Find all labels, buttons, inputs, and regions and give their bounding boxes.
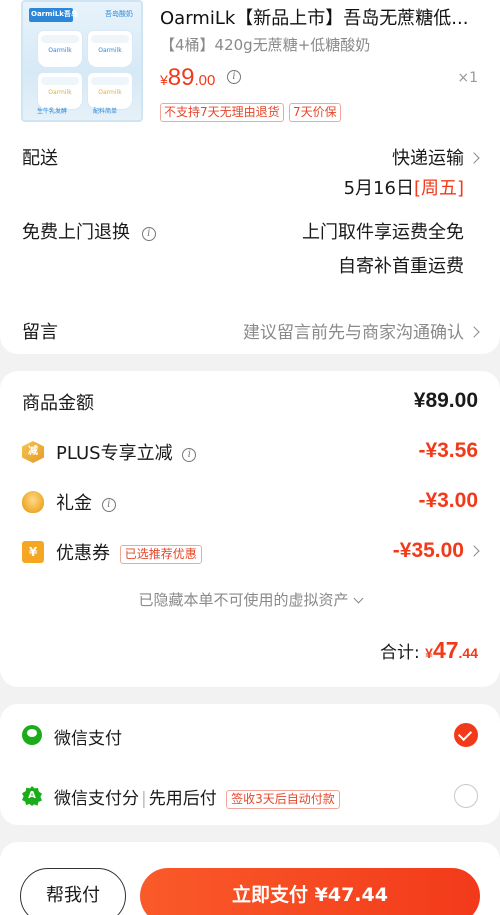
plus-discount-label: PLUS专享立减 i [56,439,197,465]
delivery-weekday: [周五] [413,178,464,199]
price-decimal: .00 [194,72,216,89]
yogurt-cup: Oarmilk [87,30,133,68]
gift-money-label: 礼金 i [56,489,116,515]
return-self-send-text: 自寄补首重运费 [338,256,464,277]
wechat-score-label-text: 微信支付分 [54,789,139,809]
price-currency: ¥ [160,72,168,88]
price-protect-badge: 7天价保 [289,103,341,122]
coupon-label-text: 优惠券 [56,543,110,564]
free-return-info-icon[interactable]: i [141,227,156,241]
price-integer: 89 [167,64,195,91]
product-image-caption-left: 生牛乳发酵 [37,108,68,115]
hidden-assets-text: 已隐藏本单不可使用的虚拟资产 [138,591,349,609]
delivery-date: 5月16日[周五] [344,174,464,200]
gift-money-amount: -¥3.00 [418,489,478,512]
wechat-pay-icon [22,725,42,745]
auto-pay-badge: 签收3天后自动付款 [226,789,340,809]
return-pickup-text: 上门取件享运费全免 [302,222,464,243]
message-label: 留言 [22,322,58,343]
yogurt-cup: Oarmilk [37,30,83,68]
delivery-label: 配送 [22,148,58,169]
pay-now-button[interactable]: 立即支付 ¥47.44 [140,868,480,915]
total-currency: ¥ [425,645,433,661]
delivery-date-text: 5月16日 [343,178,414,199]
wechat-score-separator: | [141,789,147,809]
wechat-score-label: 微信支付分 | 先用后付 签收3天后自动付款 [54,784,340,809]
plus-discount-amount: -¥3.56 [418,439,478,462]
chevron-right-icon [468,152,480,164]
total-integer: 47 [432,637,459,663]
help-me-pay-button[interactable]: 帮我付 [20,868,126,915]
chevron-down-icon [353,593,363,604]
order-total: 合计: ¥47.44 [380,637,478,664]
hidden-assets-toggle[interactable]: 已隐藏本单不可使用的虚拟资产 [0,589,500,610]
gift-money-label-text: 礼金 [56,493,92,514]
message-input[interactable]: 建议留言前先与商家沟通确认 [243,318,480,343]
plus-info-icon[interactable]: i [182,448,197,462]
message-placeholder: 建议留言前先与商家沟通确认 [243,323,464,343]
unselected-radio[interactable] [454,784,478,808]
free-return-label-text: 免费上门退换 [22,222,130,243]
product-image-tag: 吾岛酸奶 [105,10,133,18]
yogurt-cup: Oarmilk [87,72,133,110]
delivery-method-text: 快递运输 [392,148,464,169]
coupon-selector[interactable]: -¥35.00 [392,539,480,563]
product-price: ¥89.00 [160,64,215,92]
wechat-score-icon: A [22,786,42,806]
product-image-caption-right: 配料简单 [93,108,118,115]
gift-info-icon[interactable]: i [101,498,116,512]
chevron-right-icon [468,545,480,557]
product-spec: 【4桶】420g无蔗糖+低糖酸奶 [160,36,371,54]
product-image-brand: OarmiLk吾岛 [31,10,78,18]
delivery-method[interactable]: 快递运输 [392,144,480,170]
total-decimal: .44 [458,645,478,661]
product-image[interactable]: OarmiLk吾岛 吾岛酸奶 Oarmilk Oarmilk Oarmilk O… [21,0,143,122]
chevron-right-icon [468,326,480,338]
coupon-recommend-badge: 已选推荐优惠 [119,544,202,564]
wechat-pay-label: 微信支付 [54,729,122,749]
coupon-icon: ¥ [22,541,44,563]
product-quantity: ×1 [457,70,478,86]
order-info-card: OarmiLk吾岛 吾岛酸奶 Oarmilk Oarmilk Oarmilk O… [0,0,500,354]
price-info-icon[interactable]: i [227,70,241,84]
wechat-score-sub: 先用后付 [148,789,217,809]
coupon-amount: -¥35.00 [392,539,464,562]
coupon-label: 优惠券 已选推荐优惠 [56,539,202,565]
gift-money-icon [22,491,44,513]
free-return-label: 免费上门退换 i [22,218,156,244]
no-return-badge: 不支持7天无理由退货 [160,103,284,122]
yogurt-cup: Oarmilk [37,72,83,110]
payment-methods-card: 微信支付 A 微信支付分 | 先用后付 签收3天后自动付款 [0,704,500,825]
total-label: 合计: [380,643,420,663]
product-title[interactable]: OarmiLk【新品上市】吾岛无蔗糖低... [160,4,480,30]
price-summary-card: 商品金额 ¥89.00 减 PLUS专享立减 i -¥3.56 礼金 i -¥3… [0,371,500,687]
plus-discount-icon: 减 [22,441,44,463]
selected-check-icon[interactable] [454,723,478,747]
plus-discount-label-text: PLUS专享立减 [56,443,173,464]
goods-amount-label: 商品金额 [22,393,94,414]
goods-amount-value: ¥89.00 [413,389,478,412]
